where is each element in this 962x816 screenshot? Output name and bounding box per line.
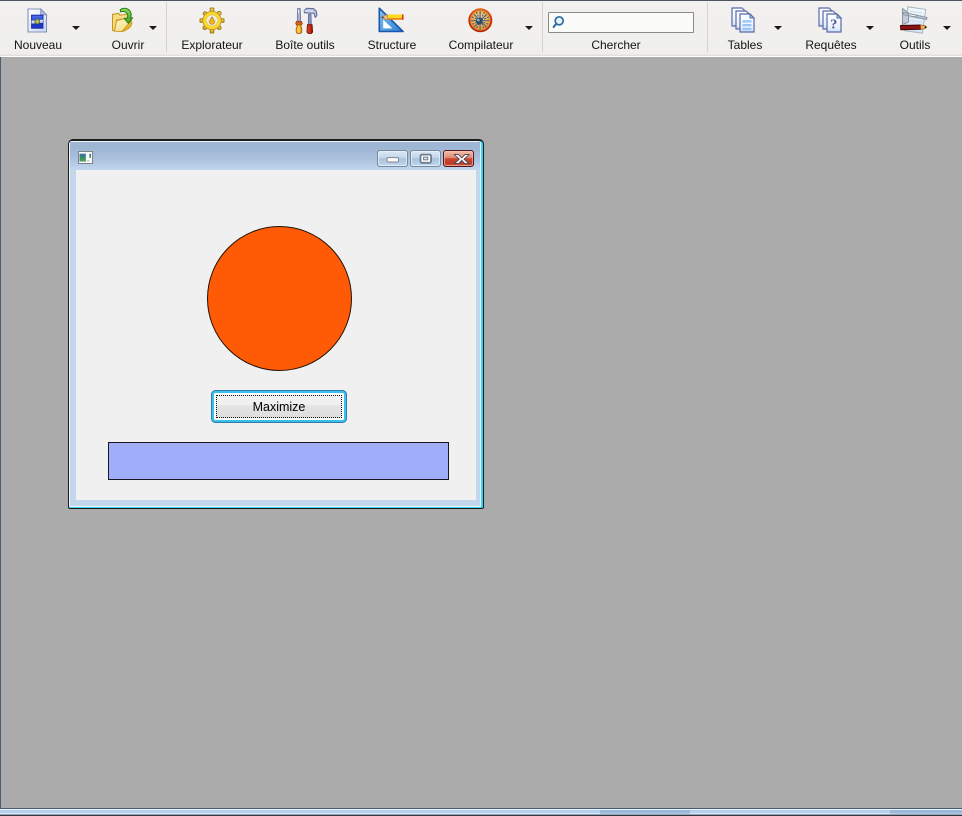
svg-text:?: ? xyxy=(830,18,837,33)
